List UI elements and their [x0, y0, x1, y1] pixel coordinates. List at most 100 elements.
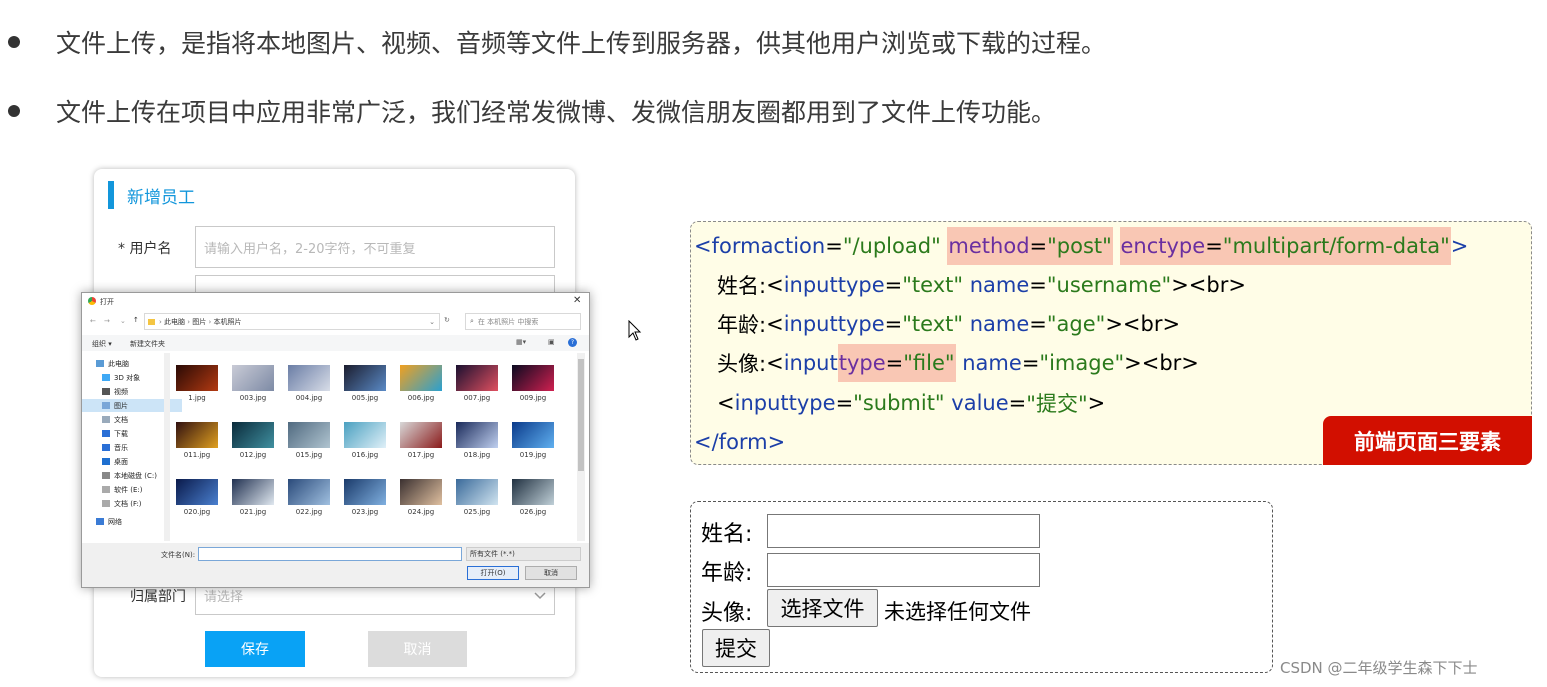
file-item[interactable]: 012.jpg [232, 422, 274, 459]
nav-scrollbar[interactable] [164, 353, 170, 541]
file-name: 022.jpg [295, 508, 323, 516]
search-input[interactable]: ⌕ 在 本机照片 中搜索 [465, 313, 581, 330]
preview-name-input[interactable] [767, 514, 1040, 548]
code-token: "/upload" [842, 234, 941, 258]
filename-label: 文件名(N): [161, 551, 196, 559]
image-thumbnail-icon [344, 422, 386, 448]
file-item[interactable]: 004.jpg [288, 365, 330, 402]
file-item[interactable]: 020.jpg [176, 479, 218, 516]
file-item[interactable]: 015.jpg [288, 422, 330, 459]
code-line-form-close: </form> [694, 430, 786, 454]
choose-file-button[interactable]: 选择文件 [767, 589, 878, 627]
code-line-avatar: 头像: < input type = "file" name = "image" ><br> [717, 344, 1199, 382]
scrollbar-thumb[interactable] [578, 359, 584, 471]
rendered-form-preview: 姓名: 年龄: 头像: 选择文件 未选择任何文件 提交 [690, 501, 1273, 673]
preview-avatar-label: 头像: [701, 601, 753, 626]
nav-item-drive-c[interactable]: 本地磁盘 (C:) [102, 469, 157, 482]
file-item[interactable]: 023.jpg [344, 479, 386, 516]
refresh-icon[interactable]: ↻ [444, 316, 450, 324]
close-icon[interactable]: ✕ [573, 295, 581, 306]
image-thumbnail-icon [512, 479, 554, 505]
up-icon[interactable]: ↑ [133, 316, 139, 324]
download-icon [102, 430, 110, 437]
three-elements-badge: 前端页面三要素 [1323, 416, 1532, 465]
file-item[interactable]: 1.jpg [176, 365, 218, 402]
department-label: 归属部门 [130, 589, 186, 605]
file-scrollbar[interactable] [577, 353, 585, 541]
image-thumbnail-icon [512, 422, 554, 448]
filename-input[interactable] [198, 547, 462, 561]
file-name: 016.jpg [351, 451, 379, 459]
breadcrumb-item[interactable]: 图片 [192, 317, 206, 327]
file-item[interactable]: 025.jpg [456, 479, 498, 516]
filetype-select[interactable]: 所有文件 (*.*) [466, 547, 581, 561]
recent-icon[interactable]: ⌄ [120, 317, 126, 325]
file-item[interactable]: 024.jpg [400, 479, 442, 516]
nav-item-downloads[interactable]: 下载 [102, 427, 128, 440]
drive-icon [102, 472, 110, 479]
preview-age-input[interactable] [767, 553, 1040, 587]
bullet-text: 文件上传，是指将本地图片、视频、音频等文件上传到服务器，供其他用户浏览或下载的过… [56, 29, 1107, 58]
image-thumbnail-icon [400, 365, 442, 391]
breadcrumb-item[interactable]: 此电脑 [164, 317, 185, 327]
back-icon[interactable]: ← [90, 317, 96, 325]
file-item[interactable]: 011.jpg [176, 422, 218, 459]
cancel-button[interactable]: 取消 [368, 631, 467, 667]
nav-item-drive-f[interactable]: 文档 (F:) [102, 497, 142, 510]
code-line-form-open: <form action = "/upload" method = "post" enc… [694, 227, 1468, 265]
file-item[interactable]: 009.jpg [512, 365, 554, 402]
organize-button[interactable]: 组织 ▾ [92, 339, 112, 349]
file-item[interactable]: 026.jpg [512, 479, 554, 516]
preview-pane-icon[interactable]: ▣ [548, 338, 555, 346]
file-item[interactable]: 018.jpg [456, 422, 498, 459]
department-placeholder: 请选择 [204, 590, 244, 605]
save-button[interactable]: 保存 [205, 631, 305, 667]
dialog-cancel-button[interactable]: 取消 [525, 566, 577, 580]
nav-item-network[interactable]: 网络 [96, 515, 122, 528]
file-item[interactable]: 007.jpg [456, 365, 498, 402]
image-thumbnail-icon [176, 365, 218, 391]
nav-item-documents[interactable]: 文档 [102, 413, 128, 426]
chevron-down-icon[interactable]: ⌄ [429, 318, 435, 326]
nav-item-3d[interactable]: 3D 对象 [102, 371, 140, 384]
nav-item-videos[interactable]: 视频 [102, 385, 128, 398]
help-icon[interactable]: ? [568, 338, 577, 347]
file-item[interactable]: 003.jpg [232, 365, 274, 402]
file-name: 020.jpg [183, 508, 211, 516]
new-folder-button[interactable]: 新建文件夹 [130, 339, 165, 349]
folder-icon [148, 318, 155, 325]
image-thumbnail-icon [288, 422, 330, 448]
file-item[interactable]: 019.jpg [512, 422, 554, 459]
title-accent-bar [108, 181, 114, 209]
code-snippet-box: <form action = "/upload" method = "post" enc… [690, 221, 1532, 465]
nav-item-drive-e[interactable]: 软件 (E:) [102, 483, 142, 496]
view-icon[interactable]: ▦▾ [516, 338, 526, 346]
nav-item-desktop[interactable]: 桌面 [102, 455, 128, 468]
file-name: 011.jpg [183, 451, 211, 459]
forward-icon[interactable]: → [104, 317, 110, 325]
drive-icon [102, 486, 110, 493]
open-button[interactable]: 打开(O) [467, 566, 519, 580]
submit-button[interactable]: 提交 [702, 629, 770, 667]
code-line-submit: < input type = "submit" value = "提交" > [717, 391, 1106, 416]
file-item[interactable]: 021.jpg [232, 479, 274, 516]
breadcrumb-item[interactable]: 本机照片 [214, 317, 242, 327]
file-name: 004.jpg [295, 394, 323, 402]
image-thumbnail-icon [288, 479, 330, 505]
file-item[interactable]: 022.jpg [288, 479, 330, 516]
cube-icon [102, 374, 110, 381]
file-item[interactable]: 017.jpg [400, 422, 442, 459]
nav-item-this-pc[interactable]: 此电脑 [96, 357, 129, 370]
username-input[interactable]: 请输入用户名，2-20字符，不可重复 [195, 226, 555, 268]
no-file-text: 未选择任何文件 [884, 600, 1031, 624]
file-item[interactable]: 005.jpg [344, 365, 386, 402]
nav-item-music[interactable]: 音乐 [102, 441, 128, 454]
image-thumbnail-icon [456, 422, 498, 448]
file-item[interactable]: 006.jpg [400, 365, 442, 402]
file-name: 018.jpg [463, 451, 491, 459]
file-item[interactable]: 016.jpg [344, 422, 386, 459]
watermark: CSDN @二年级学生森下下士 [1280, 659, 1478, 677]
address-bar[interactable]: › 此电脑 › 图片 › 本机照片 ⌄ [144, 313, 440, 330]
image-thumbnail-icon [232, 365, 274, 391]
image-thumbnail-icon [232, 479, 274, 505]
